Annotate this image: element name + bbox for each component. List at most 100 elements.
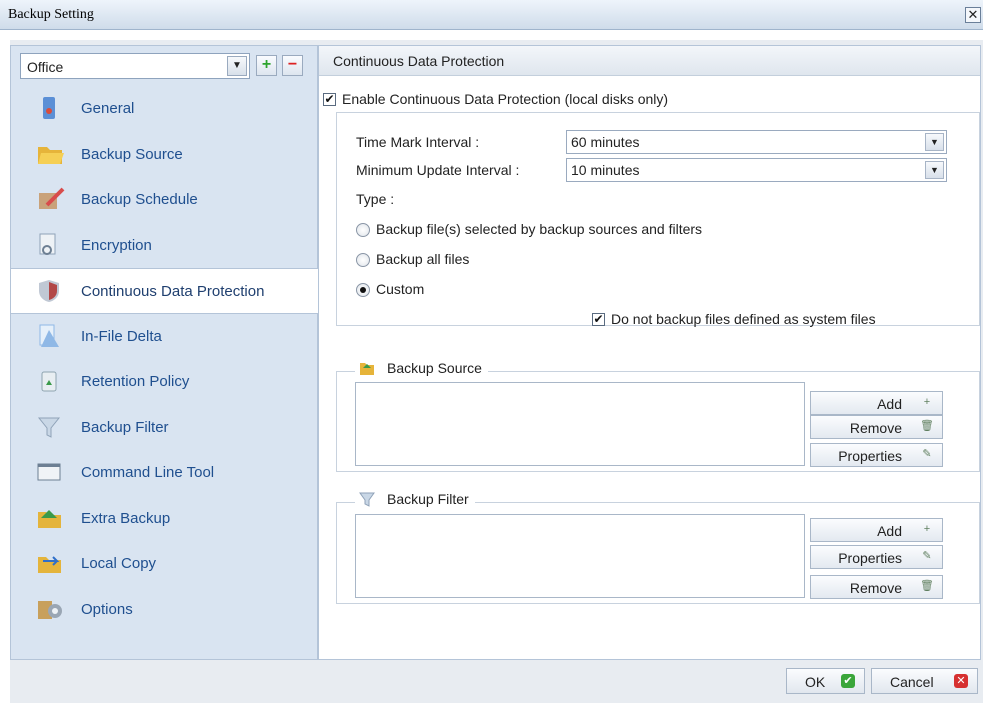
general-icon xyxy=(37,96,61,120)
sidebar-item-label: Local Copy xyxy=(81,555,157,572)
shield-icon xyxy=(37,279,61,303)
check-icon: ✔ xyxy=(841,674,855,688)
chevron-down-icon[interactable]: ▼ xyxy=(227,56,247,76)
min-update-select[interactable]: 10 minutes ▼ xyxy=(566,158,947,182)
encryption-icon xyxy=(37,233,61,257)
backup-filter-properties-button[interactable]: Properties ✎ xyxy=(810,545,943,569)
system-files-label: Do not backup files defined as system fi… xyxy=(611,311,876,327)
sidebar-item-label: Backup Filter xyxy=(81,418,169,436)
type-option-label: Custom xyxy=(376,281,425,297)
sidebar-item-extra-backup[interactable]: Extra Backup xyxy=(11,496,319,542)
edit-icon: ✎ xyxy=(922,448,932,460)
sidebar-nav: General Backup Source Backup Schedule En… xyxy=(11,86,320,633)
backup-source-legend: Backup Source xyxy=(355,360,488,376)
close-icon: ✕ xyxy=(954,674,968,688)
backup-filter-add-button[interactable]: Add + xyxy=(810,518,943,542)
panel-title: Continuous Data Protection xyxy=(333,53,505,69)
time-mark-label: Time Mark Interval : xyxy=(356,134,480,150)
edit-icon: ✎ xyxy=(922,550,932,562)
system-files-checkbox[interactable]: ✔ xyxy=(592,313,605,326)
sidebar-item-label: Encryption xyxy=(81,236,152,254)
type-radio-selected-sources[interactable] xyxy=(356,223,370,237)
button-label: Remove xyxy=(849,420,902,436)
command-prompt-icon xyxy=(37,460,61,484)
type-option-label: Backup all files xyxy=(376,251,470,267)
backup-filter-legend-label: Backup Filter xyxy=(387,491,469,507)
min-update-value: 10 minutes xyxy=(571,162,640,178)
sidebar-item-local-copy[interactable]: Local Copy xyxy=(11,541,319,587)
chevron-down-icon[interactable]: ▼ xyxy=(925,133,944,151)
extra-backup-icon xyxy=(37,506,61,530)
sidebar-item-backup-schedule[interactable]: Backup Schedule xyxy=(11,177,319,223)
cancel-button[interactable]: Cancel ✕ xyxy=(871,668,978,694)
backup-filter-remove-button[interactable]: Remove 🗑 xyxy=(810,575,943,599)
sidebar-item-label: Backup Schedule xyxy=(81,191,198,208)
type-radio-all-files[interactable] xyxy=(356,253,370,267)
local-copy-icon xyxy=(37,551,61,575)
schedule-icon xyxy=(37,187,65,211)
title-bar: Backup Setting ✕ xyxy=(0,0,983,30)
sidebar-item-in-file-delta[interactable]: In-File Delta xyxy=(11,314,319,360)
button-label: Properties xyxy=(838,550,902,566)
sidebar-item-continuous-data-protection[interactable]: Continuous Data Protection xyxy=(11,268,320,314)
sidebar-item-encryption[interactable]: Encryption xyxy=(11,223,319,269)
sidebar-item-general[interactable]: General xyxy=(11,86,319,132)
button-label: Cancel xyxy=(890,674,934,690)
add-profile-button[interactable]: + xyxy=(256,55,277,76)
folder-open-icon xyxy=(37,142,64,166)
sidebar-item-label: Command Line Tool xyxy=(81,464,215,481)
backup-source-list[interactable] xyxy=(355,382,805,466)
sidebar-item-backup-filter[interactable]: Backup Filter xyxy=(11,405,319,451)
backup-filter-legend: Backup Filter xyxy=(355,491,475,507)
button-label: Properties xyxy=(838,448,902,464)
backup-source-add-button[interactable]: Add + xyxy=(810,391,943,415)
time-mark-select[interactable]: 60 minutes ▼ xyxy=(566,130,947,154)
panel-header: Continuous Data Protection xyxy=(319,46,980,76)
backup-source-legend-label: Backup Source xyxy=(387,360,482,376)
backup-source-properties-button[interactable]: Properties ✎ xyxy=(810,443,943,467)
sidebar-item-retention-policy[interactable]: Retention Policy xyxy=(11,359,319,405)
settings-panel: Continuous Data Protection ✔ Enable Cont… xyxy=(318,45,981,660)
sidebar-item-label: General xyxy=(81,100,135,117)
backup-filter-list[interactable] xyxy=(355,514,805,598)
sidebar-item-label: Options xyxy=(81,600,133,618)
remove-profile-button[interactable]: − xyxy=(282,55,303,76)
recycle-bin-icon xyxy=(37,369,61,393)
type-radio-custom[interactable] xyxy=(356,283,370,297)
sidebar-item-label: In-File Delta xyxy=(81,327,162,345)
type-option-label: Backup file(s) selected by backup source… xyxy=(376,221,703,237)
sidebar-item-options[interactable]: Options xyxy=(11,587,319,633)
enable-cdp-checkbox[interactable]: ✔ xyxy=(323,93,336,106)
delta-icon xyxy=(37,324,61,348)
funnel-icon xyxy=(37,415,61,439)
cdp-options-group: Time Mark Interval : 60 minutes ▼ Minimu… xyxy=(336,112,980,327)
profile-select[interactable]: Office ▼ xyxy=(20,53,250,79)
add-icon: + xyxy=(923,523,931,535)
profile-select-value: Office xyxy=(27,59,64,75)
sidebar-item-label: Retention Policy xyxy=(81,373,190,390)
enable-cdp-label: Enable Continuous Data Protection (local… xyxy=(342,91,669,107)
chevron-down-icon[interactable]: ▼ xyxy=(925,161,944,179)
sidebar-item-backup-source[interactable]: Backup Source xyxy=(11,132,319,178)
backup-source-remove-button[interactable]: Remove 🗑 xyxy=(810,415,943,439)
close-icon[interactable]: ✕ xyxy=(965,7,981,23)
sidebar-item-label: Extra Backup xyxy=(81,509,171,527)
backup-source-group: Backup Source Add + Remove 🗑 Properties … xyxy=(336,360,980,472)
sidebar-item-label: Backup Source xyxy=(81,145,183,163)
button-label: Add xyxy=(877,396,902,412)
sidebar-item-label: Continuous Data Protection xyxy=(81,283,265,300)
window-title: Backup Setting xyxy=(8,7,94,22)
type-label: Type : xyxy=(356,191,395,207)
add-icon: + xyxy=(923,396,931,408)
ok-button[interactable]: OK ✔ xyxy=(786,668,865,694)
button-label: OK xyxy=(805,674,826,690)
trash-icon: 🗑 xyxy=(920,420,934,432)
sidebar-item-command-line-tool[interactable]: Command Line Tool xyxy=(11,450,319,496)
profile-row: Office ▼ + − xyxy=(20,53,310,79)
backup-filter-group: Backup Filter Add + Properties ✎ Remove … xyxy=(336,491,980,604)
button-label: Remove xyxy=(849,580,902,596)
time-mark-value: 60 minutes xyxy=(571,134,640,150)
button-label: Add xyxy=(877,523,902,539)
min-update-label: Minimum Update Interval : xyxy=(356,162,520,178)
trash-icon: 🗑 xyxy=(920,580,934,592)
